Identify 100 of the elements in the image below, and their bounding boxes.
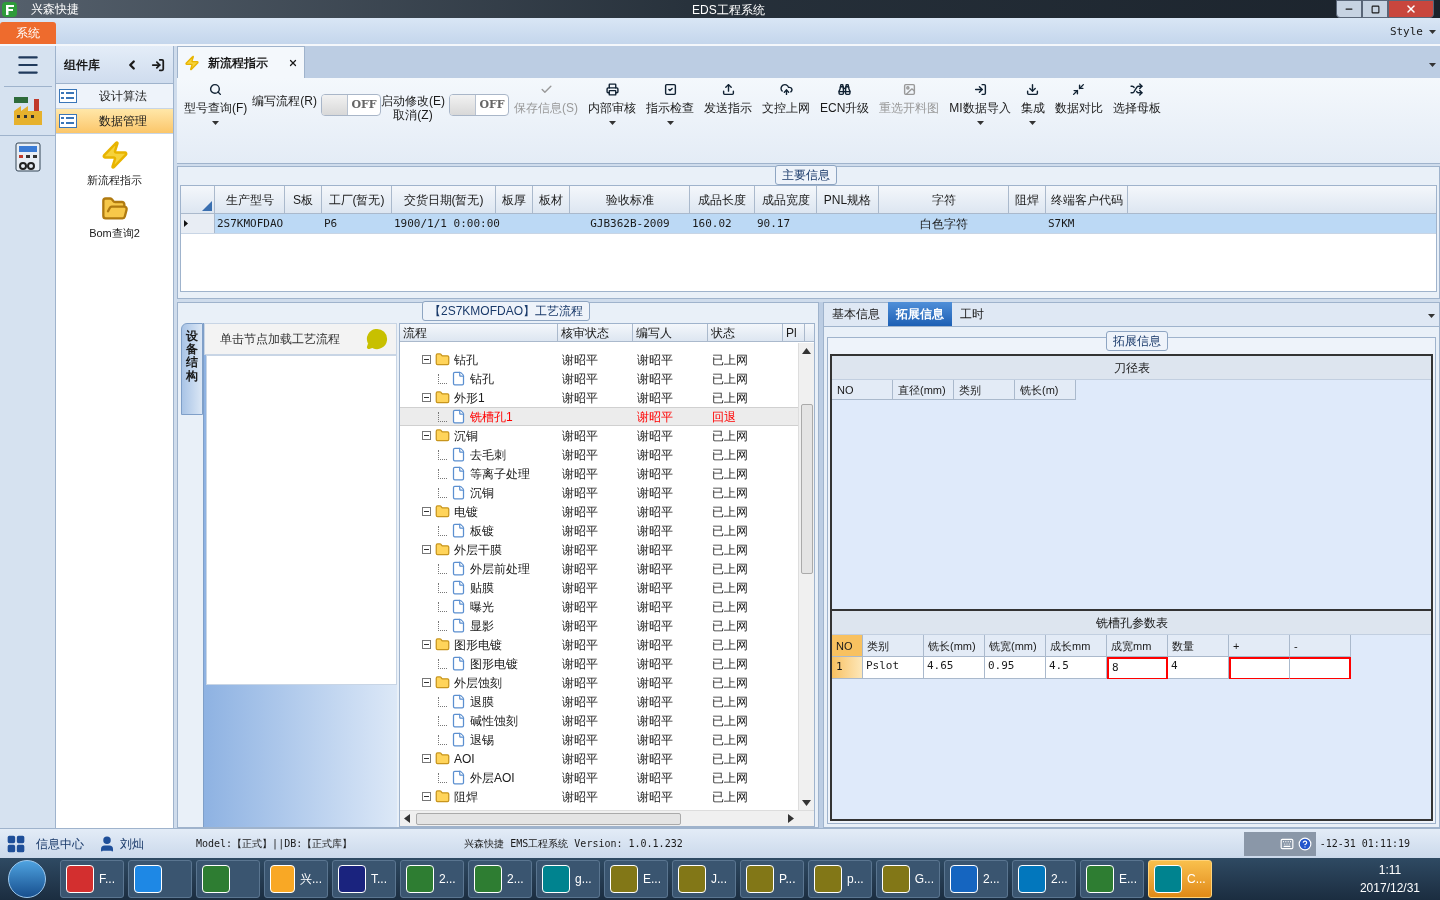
toolbar-button[interactable]: 型号查询(F) xyxy=(179,80,253,125)
collapse-node-icon[interactable] xyxy=(422,792,431,801)
column-header[interactable]: NO xyxy=(832,635,863,657)
toolbar-button[interactable]: 选择母板 xyxy=(1107,80,1166,117)
tree-row[interactable]: 曝光 谢昭平 谢昭平 已上网 xyxy=(400,597,798,616)
sidebar-tool[interactable]: 新流程指示 xyxy=(56,140,173,189)
toolbar-button[interactable]: 内部审核 xyxy=(583,80,641,125)
keyboard-icon[interactable] xyxy=(1279,836,1294,851)
taskbar-button[interactable]: g... xyxy=(536,860,600,898)
column-header[interactable]: 成品宽度 xyxy=(755,186,817,213)
column-header[interactable]: 验收标准 xyxy=(570,186,690,213)
column-header[interactable]: 成宽mm xyxy=(1107,635,1168,657)
column-header[interactable]: 终端客户代码 xyxy=(1046,186,1128,213)
detail-tab[interactable]: 工时 xyxy=(952,302,992,326)
start-button[interactable] xyxy=(8,860,46,898)
taskbar-button[interactable] xyxy=(128,860,192,898)
toolbar-button[interactable]: 数据对比 xyxy=(1049,80,1108,117)
minimize-button[interactable] xyxy=(1336,0,1362,18)
taskbar-button[interactable]: P... xyxy=(740,860,804,898)
toolbar-button[interactable]: 文控上网 xyxy=(757,80,815,117)
column-header[interactable]: 工厂(暂无) xyxy=(322,186,392,213)
column-header[interactable]: - xyxy=(1290,635,1351,657)
taskbar-button[interactable] xyxy=(196,860,260,898)
taskbar-button[interactable]: 兴... xyxy=(264,860,328,898)
collapse-node-icon[interactable] xyxy=(422,431,431,440)
row-number[interactable]: 1 xyxy=(832,657,863,679)
close-button[interactable] xyxy=(1388,0,1434,18)
tree-row[interactable]: 外形1 谢昭平 谢昭平 已上网 xyxy=(400,388,798,407)
column-header[interactable]: 字符 xyxy=(879,186,1009,213)
column-header[interactable]: 核审状态 xyxy=(558,324,633,341)
tree-row[interactable]: 碱性蚀刻 谢昭平 谢昭平 已上网 xyxy=(400,711,798,730)
scroll-up-icon[interactable] xyxy=(802,348,811,354)
collapse-node-icon[interactable] xyxy=(422,678,431,687)
column-header[interactable]: 成长mm xyxy=(1046,635,1107,657)
help-icon[interactable] xyxy=(1297,836,1312,851)
tree-row[interactable]: 退锡 谢昭平 谢昭平 已上网 xyxy=(400,730,798,749)
tree-row[interactable]: 外层干膜 谢昭平 谢昭平 已上网 xyxy=(400,540,798,559)
table-row[interactable]: 2S7KMOFDAO P6 1900/1/1 0:00:00 GJB362B-2009 160.02 90.17 白色字符 S7KM xyxy=(181,214,1436,234)
toolbar-button[interactable]: ECN升级 xyxy=(815,80,875,117)
calculator-icon[interactable] xyxy=(13,142,42,172)
column-header[interactable]: 类别 xyxy=(863,635,924,657)
collapse-node-icon[interactable] xyxy=(422,640,431,649)
column-header[interactable]: 流程 xyxy=(400,324,558,341)
tree-row[interactable]: 去毛刺 谢昭平 谢昭平 已上网 xyxy=(400,445,798,464)
collapse-node-icon[interactable] xyxy=(422,545,431,554)
scroll-down-icon[interactable] xyxy=(802,800,811,806)
side-tab[interactable]: 设备结构 xyxy=(181,323,203,415)
tree-row[interactable]: 退膜 谢昭平 谢昭平 已上网 xyxy=(400,692,798,711)
close-tab-icon[interactable] xyxy=(288,57,298,68)
taskbar-button[interactable]: p... xyxy=(808,860,872,898)
tree-row[interactable]: 钻孔 谢昭平 谢昭平 已上网 xyxy=(400,369,798,388)
taskbar-button[interactable]: 2... xyxy=(944,860,1008,898)
document-tab[interactable]: 新流程指示 xyxy=(177,46,305,78)
tree-row[interactable]: 显影 谢昭平 谢昭平 已上网 xyxy=(400,616,798,635)
tree-row[interactable]: 阻焊 谢昭平 谢昭平 已上网 xyxy=(400,787,798,806)
column-header[interactable]: NO xyxy=(832,380,893,400)
taskbar-button[interactable]: 2... xyxy=(468,860,532,898)
taskbar-button[interactable]: E... xyxy=(1080,860,1144,898)
tree-row[interactable]: AOI 谢昭平 谢昭平 已上网 xyxy=(400,749,798,768)
sidebar-item[interactable]: 数据管理 xyxy=(56,109,173,134)
column-header[interactable]: 板厚 xyxy=(496,186,533,213)
scroll-left-icon[interactable] xyxy=(404,814,410,823)
toolbar-button[interactable]: 发送指示 xyxy=(699,80,757,117)
tree-row[interactable]: 外层AOI 谢昭平 谢昭平 已上网 xyxy=(400,768,798,787)
toggle-switch[interactable]: OFF xyxy=(321,94,381,116)
column-header[interactable]: + xyxy=(1229,635,1290,657)
toolbar-button[interactable]: 指示检查 xyxy=(641,80,699,125)
toggle-switch[interactable]: OFF xyxy=(449,94,509,116)
column-header[interactable]: 成品长度 xyxy=(690,186,755,213)
collapse-node-icon[interactable] xyxy=(422,507,431,516)
taskbar-button[interactable]: T... xyxy=(332,860,396,898)
tree-row[interactable]: 外层前处理 谢昭平 谢昭平 已上网 xyxy=(400,559,798,578)
column-header[interactable]: S板 xyxy=(285,186,322,213)
scroll-right-icon[interactable] xyxy=(788,814,794,823)
tree-row[interactable]: 钻孔 谢昭平 谢昭平 已上网 xyxy=(400,350,798,369)
toolbar-button[interactable]: MI数据导入 xyxy=(944,80,1016,125)
sidebar-item[interactable]: 设计算法 xyxy=(56,84,173,109)
sidebar-tool[interactable]: Bom查询2 xyxy=(56,194,173,241)
taskbar-button[interactable]: F... xyxy=(60,860,124,898)
vertical-scrollbar[interactable] xyxy=(798,343,814,810)
collapse-node-icon[interactable] xyxy=(422,754,431,763)
column-header[interactable]: 数量 xyxy=(1168,635,1229,657)
tree-row[interactable]: 外层蚀刻 谢昭平 谢昭平 已上网 xyxy=(400,673,798,692)
column-header[interactable]: 状态 xyxy=(708,324,783,341)
detail-tab[interactable]: 基本信息 xyxy=(824,302,888,326)
column-header[interactable]: 类别 xyxy=(954,380,1015,400)
taskbar-button[interactable]: E... xyxy=(604,860,668,898)
tree-row[interactable]: 沉铜 谢昭平 谢昭平 已上网 xyxy=(400,483,798,502)
column-header[interactable]: 板材 xyxy=(533,186,570,213)
tree-row[interactable]: 电镀 谢昭平 谢昭平 已上网 xyxy=(400,502,798,521)
taskbar-button[interactable]: 2... xyxy=(1012,860,1076,898)
column-header[interactable]: 编写人 xyxy=(633,324,708,341)
column-header[interactable]: 直径(mm) xyxy=(893,380,954,400)
factory-icon[interactable] xyxy=(11,95,44,127)
tree-row[interactable]: 贴膜 谢昭平 谢昭平 已上网 xyxy=(400,578,798,597)
tree-row[interactable]: 图形电镀 谢昭平 谢昭平 已上网 xyxy=(400,654,798,673)
column-header[interactable]: 铣宽(mm) xyxy=(985,635,1046,657)
horizontal-scrollbar[interactable] xyxy=(400,810,814,826)
tree-row[interactable]: 板镀 谢昭平 谢昭平 已上网 xyxy=(400,521,798,540)
column-header[interactable]: 交货日期(暂无) xyxy=(392,186,496,213)
